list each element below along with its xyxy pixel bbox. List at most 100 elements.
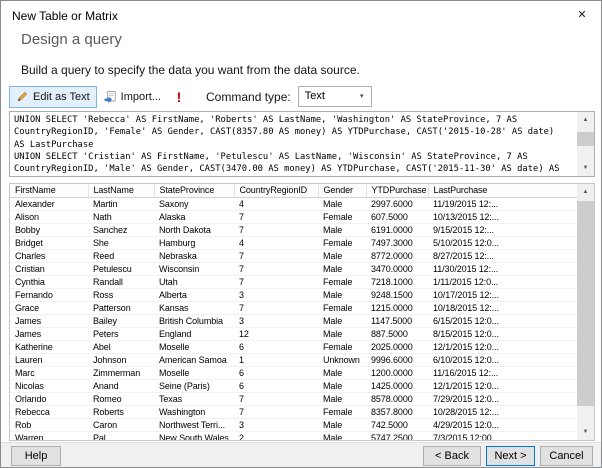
close-icon[interactable]: ✕ [569, 5, 595, 25]
grid-cell: Male [318, 392, 366, 406]
grid-cell: 7 [234, 301, 318, 315]
grid-cell: Lauren [10, 353, 88, 367]
table-row[interactable]: James Bailey British Columbia 3 Male 1147.500… [10, 314, 577, 328]
grid-cell: 1425.0000 [366, 379, 428, 393]
table-row[interactable]: Lauren Johnson American Samoa 1 Unknown 9996.… [10, 353, 577, 367]
grid-scrollbar-thumb[interactable] [577, 201, 594, 406]
grid-cell: 12/1/2015 12:0... [428, 379, 577, 393]
grid-cell: 6/15/2015 12:0... [428, 314, 577, 328]
table-row[interactable]: Bridget She Hamburg 4 Female 7497.3000 5/10/20… [10, 236, 577, 250]
column-header-gender[interactable]: Gender [318, 184, 367, 198]
grid-cell: Nicolas [10, 379, 88, 393]
import-icon [104, 91, 116, 103]
grid-cell: Male [318, 314, 366, 328]
scroll-up-icon[interactable]: ▲ [577, 184, 594, 200]
table-row[interactable]: Rob Caron Northwest Terri... 3 Male 742.5000 4… [10, 418, 577, 432]
grid-cell: Alexander [10, 197, 88, 211]
grid-cell: Zimmerman [88, 366, 154, 380]
query-scrollbar[interactable]: ▲ ▼ [577, 112, 594, 176]
table-row[interactable]: Alison Nath Alaska 7 Female 607.5000 10/13/201… [10, 210, 577, 224]
grid-cell: Rebecca [10, 405, 88, 419]
grid-cell: Female [318, 236, 366, 250]
import-button[interactable]: Import... [97, 86, 168, 108]
grid-cell: 6/10/2015 12:0... [428, 353, 577, 367]
pencil-icon [17, 91, 28, 102]
grid-cell: Patterson [88, 301, 154, 315]
cancel-button[interactable]: Cancel [540, 446, 593, 466]
grid-cell: 11/19/2015 12:... [428, 197, 577, 211]
grid-cell: American Samoa [154, 353, 234, 367]
grid-body: Alexander Martin Saxony 4 Male 2997.6000 11/19… [10, 197, 577, 440]
table-row[interactable]: Orlando Romeo Texas 7 Male 8578.0000 7/29/2015… [10, 392, 577, 406]
grid-cell: 8357.8000 [366, 405, 428, 419]
table-row[interactable]: Marc Zimmerman Moselle 6 Male 1200.0000 11/16/… [10, 366, 577, 380]
grid-cell: Nebraska [154, 249, 234, 263]
table-row[interactable]: Nicolas Anand Seine (Paris) 6 Male 1425.0000 1… [10, 379, 577, 393]
grid-cell: Alberta [154, 288, 234, 302]
column-header-countryregionid[interactable]: CountryRegionID [234, 184, 319, 198]
grid-cell: Male [318, 379, 366, 393]
grid-cell: Female [318, 340, 366, 354]
grid-header-row: FirstName LastName StateProvince CountryReg… [10, 184, 577, 198]
grid-cell: Unknown [318, 353, 366, 367]
grid-cell: Moselle [154, 366, 234, 380]
command-type-select[interactable]: Text ▾ [297, 86, 372, 107]
grid-cell: Kansas [154, 301, 234, 315]
back-button[interactable]: < Back [423, 446, 481, 466]
grid-cell: 7 [234, 275, 318, 289]
grid-cell: Pal [88, 431, 154, 440]
grid-scrollbar[interactable]: ▲ ▼ [577, 184, 594, 440]
window-title: New Table or Matrix [12, 9, 118, 23]
grid-cell: Warren [10, 431, 88, 440]
grid-cell: 9248.1500 [366, 288, 428, 302]
query-text[interactable]: UNION SELECT 'Rebecca' AS FirstName, 'Ro… [11, 113, 576, 175]
scroll-up-icon[interactable]: ▲ [577, 112, 594, 128]
table-row[interactable]: Alexander Martin Saxony 4 Male 2997.6000 11/19… [10, 197, 577, 211]
scroll-down-icon[interactable]: ▼ [577, 160, 594, 176]
column-header-firstname[interactable]: FirstName [10, 184, 89, 198]
grid-cell: Female [318, 210, 366, 224]
grid-cell: 7/29/2015 12:0... [428, 392, 577, 406]
grid-cell: James [10, 327, 88, 341]
grid-cell: 8/15/2015 12:0... [428, 327, 577, 341]
table-row[interactable]: Warren Pal New South Wales 2 Male 5747.2500 7/… [10, 431, 577, 440]
grid-cell: 7 [234, 392, 318, 406]
table-row[interactable]: Bobby Sanchez North Dakota 7 Male 6191.0000 9/… [10, 223, 577, 237]
column-header-ytdpurchase[interactable]: YTDPurchase [366, 184, 429, 198]
scroll-down-icon[interactable]: ▼ [577, 424, 594, 440]
grid-cell: 4 [234, 236, 318, 250]
query-editor[interactable]: UNION SELECT 'Rebecca' AS FirstName, 'Ro… [9, 111, 595, 177]
grid-cell: New South Wales [154, 431, 234, 440]
grid-cell: 1/11/2015 12:0... [428, 275, 577, 289]
grid-cell: 7497.3000 [366, 236, 428, 250]
grid-cell: Sanchez [88, 223, 154, 237]
grid-cell: 8772.0000 [366, 249, 428, 263]
query-toolbar: Edit as Text Import... ! Command type: T… [9, 85, 593, 108]
grid-cell: 6 [234, 379, 318, 393]
column-header-lastname[interactable]: LastName [88, 184, 155, 198]
table-row[interactable]: James Peters England 12 Male 887.5000 8/15/201… [10, 327, 577, 341]
table-row[interactable]: Cristian Petulescu Wisconsin 7 Male 3470.0000… [10, 262, 577, 276]
grid-cell: Nath [88, 210, 154, 224]
grid-cell: 1147.5000 [366, 314, 428, 328]
query-scrollbar-thumb[interactable] [577, 132, 594, 146]
grid-cell: Alaska [154, 210, 234, 224]
run-query-icon[interactable]: ! [168, 86, 190, 108]
table-row[interactable]: Katherine Abel Moselle 6 Female 2025.0000 12/1… [10, 340, 577, 354]
table-row[interactable]: Grace Patterson Kansas 7 Female 1215.0000 10/1… [10, 301, 577, 315]
column-header-lastpurchase[interactable]: LastPurchase [428, 184, 577, 198]
grid-cell: 7218.1000 [366, 275, 428, 289]
grid-cell: Marc [10, 366, 88, 380]
column-header-stateprovince[interactable]: StateProvince [154, 184, 235, 198]
help-button[interactable]: Help [11, 446, 61, 466]
grid-cell: 7 [234, 223, 318, 237]
grid-cell: 9996.6000 [366, 353, 428, 367]
table-row[interactable]: Fernando Ross Alberta 3 Male 9248.1500 10/17/2… [10, 288, 577, 302]
table-row[interactable]: Cynthia Randall Utah 7 Female 7218.1000 1/11/2… [10, 275, 577, 289]
next-button[interactable]: Next > [486, 446, 535, 466]
edit-as-text-button[interactable]: Edit as Text [9, 85, 97, 108]
table-row[interactable]: Rebecca Roberts Washington 7 Female 8357.8000… [10, 405, 577, 419]
table-row[interactable]: Charles Reed Nebraska 7 Male 8772.0000 8/27/20… [10, 249, 577, 263]
new-table-or-matrix-dialog: New Table or Matrix ✕ Design a query Bui… [0, 0, 602, 468]
grid-cell: Male [318, 327, 366, 341]
